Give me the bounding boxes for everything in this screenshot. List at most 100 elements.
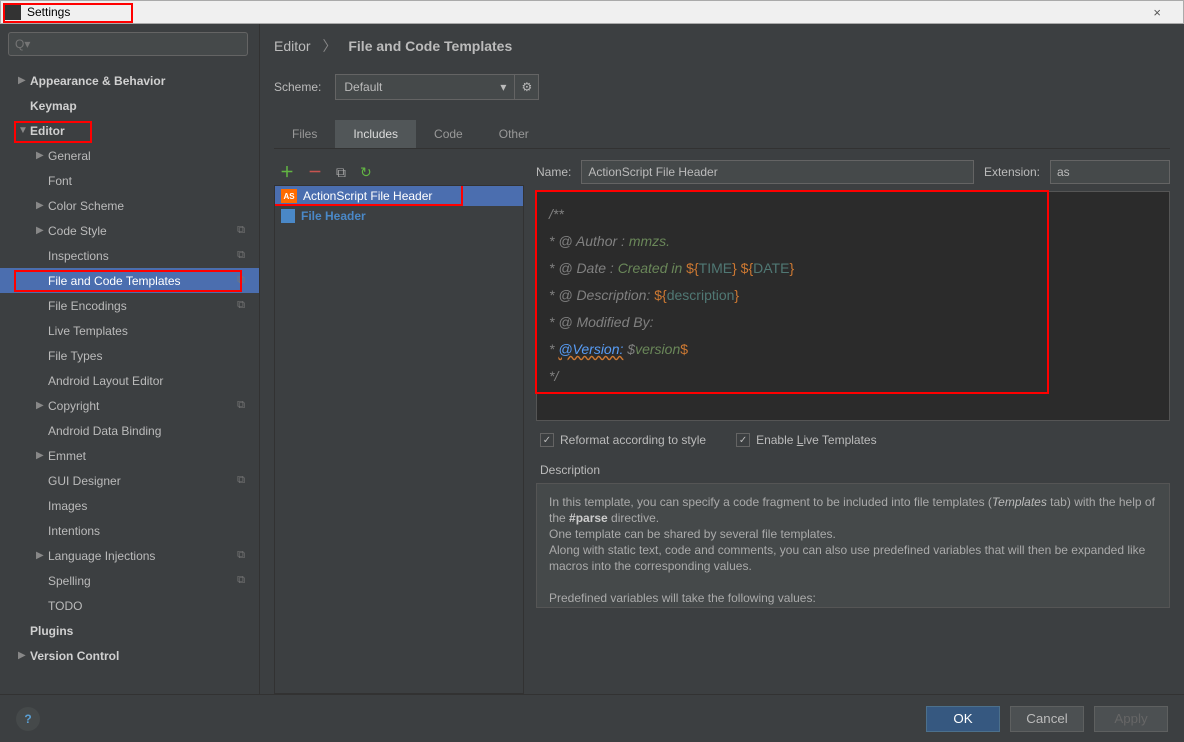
template-item[interactable]: ASActionScript File Header xyxy=(275,186,523,206)
breadcrumb-editor[interactable]: Editor xyxy=(274,38,311,54)
scope-icon: ⧉ xyxy=(237,474,245,487)
expand-arrow-icon: ▶ xyxy=(36,450,48,461)
chevron-down-icon: ▾ xyxy=(500,80,506,94)
sidebar-item-label: Emmet xyxy=(48,449,86,463)
sidebar-item[interactable]: Android Data Binding xyxy=(0,418,259,443)
scope-icon: ⧉ xyxy=(237,249,245,262)
expand-arrow-icon: ▶ xyxy=(36,225,48,236)
sidebar-item[interactable]: Font xyxy=(0,168,259,193)
template-list[interactable]: ASActionScript File Header File Header xyxy=(274,185,524,694)
sidebar-item-label: Appearance & Behavior xyxy=(30,74,165,88)
sidebar-item[interactable]: Plugins xyxy=(0,618,259,643)
sidebar-item[interactable]: Inspections ⧉ xyxy=(0,243,259,268)
scheme-label: Scheme: xyxy=(274,80,321,94)
cancel-button[interactable]: Cancel xyxy=(1010,706,1084,732)
scope-icon: ⧉ xyxy=(237,549,245,562)
sidebar-item-label: Font xyxy=(48,174,72,188)
sidebar-item[interactable]: TODO xyxy=(0,593,259,618)
sidebar-item[interactable]: ▶Color Scheme xyxy=(0,193,259,218)
sidebar-item[interactable]: Spelling ⧉ xyxy=(0,568,259,593)
sidebar-item-label: Android Layout Editor xyxy=(48,374,163,388)
scope-icon: ⧉ xyxy=(237,299,245,312)
extension-input[interactable] xyxy=(1050,160,1170,184)
close-icon[interactable]: × xyxy=(1135,5,1179,20)
sidebar-item-label: File Encodings xyxy=(48,299,127,313)
scope-icon: ⧉ xyxy=(237,274,245,287)
search-input[interactable] xyxy=(8,32,248,56)
settings-sidebar: ▶Appearance & BehaviorKeymap▼Editor▶Gene… xyxy=(0,24,260,694)
scheme-select[interactable]: Default ▾ xyxy=(335,74,515,100)
reformat-checkbox[interactable]: ✓ Reformat according to style xyxy=(540,433,706,447)
breadcrumb: Editor 〉 File and Code Templates xyxy=(274,36,1170,56)
settings-tree[interactable]: ▶Appearance & BehaviorKeymap▼Editor▶Gene… xyxy=(0,64,259,694)
sidebar-item[interactable]: GUI Designer ⧉ xyxy=(0,468,259,493)
copy-button[interactable]: ⧉ xyxy=(336,164,346,181)
tabs: Files Includes Code Other xyxy=(274,120,1170,149)
scope-icon: ⧉ xyxy=(237,224,245,237)
sidebar-item[interactable]: ▶Code Style⧉ xyxy=(0,218,259,243)
sidebar-item[interactable]: ▶General xyxy=(0,143,259,168)
expand-arrow-icon: ▶ xyxy=(36,200,48,211)
main-panel: Editor 〉 File and Code Templates Scheme:… xyxy=(260,24,1184,694)
scope-icon: ⧉ xyxy=(237,399,245,412)
reset-button[interactable]: ↻ xyxy=(360,164,372,181)
sidebar-item[interactable]: ▶Emmet xyxy=(0,443,259,468)
template-name-input[interactable] xyxy=(581,160,974,184)
reformat-label: Reformat according to style xyxy=(560,433,706,447)
scheme-value: Default xyxy=(344,80,382,94)
sidebar-item[interactable]: Live Templates xyxy=(0,318,259,343)
code-editor[interactable]: /** * @ Author : mmzs. * @ Date : Create… xyxy=(536,191,1170,421)
sidebar-item[interactable]: Android Layout Editor xyxy=(0,368,259,393)
sidebar-item-label: Android Data Binding xyxy=(48,424,161,438)
tab-other[interactable]: Other xyxy=(481,120,547,148)
name-label: Name: xyxy=(536,165,571,179)
expand-arrow-icon: ▶ xyxy=(36,150,48,161)
sidebar-item[interactable]: File and Code Templates⧉ xyxy=(0,268,259,293)
remove-button[interactable]: － xyxy=(308,162,322,182)
apply-button[interactable]: Apply xyxy=(1094,706,1168,732)
expand-arrow-icon: ▶ xyxy=(36,400,48,411)
breadcrumb-page: File and Code Templates xyxy=(348,38,512,54)
sidebar-item[interactable]: ▼Editor xyxy=(0,118,259,143)
sidebar-item[interactable]: ▶Version Control xyxy=(0,643,259,668)
expand-arrow-icon: ▶ xyxy=(36,550,48,561)
template-item[interactable]: File Header xyxy=(275,206,523,226)
sidebar-item[interactable]: ▶Language Injections⧉ xyxy=(0,543,259,568)
description-label: Description xyxy=(540,463,1170,477)
sidebar-item[interactable]: ▶Copyright ⧉ xyxy=(0,393,259,418)
sidebar-item[interactable]: File Encodings ⧉ xyxy=(0,293,259,318)
tab-includes[interactable]: Includes xyxy=(335,120,416,148)
sidebar-item-label: GUI Designer xyxy=(48,474,121,488)
sidebar-item-label: Copyright xyxy=(48,399,99,413)
sidebar-item[interactable]: Keymap xyxy=(0,93,259,118)
ok-button[interactable]: OK xyxy=(926,706,1000,732)
description-box: In this template, you can specify a code… xyxy=(536,483,1170,608)
bottom-bar: ? OK Cancel Apply xyxy=(0,694,1184,742)
sidebar-item-label: TODO xyxy=(48,599,82,613)
tab-code[interactable]: Code xyxy=(416,120,481,148)
sidebar-item-label: Intentions xyxy=(48,524,100,538)
scope-icon: ⧉ xyxy=(237,574,245,587)
window-titlebar: Settings × xyxy=(0,0,1184,24)
live-label: Enable Live Templates xyxy=(756,433,877,447)
sidebar-item-label: General xyxy=(48,149,91,163)
template-panel: ＋ － ⧉ ↻ ASActionScript File Header File H… xyxy=(274,159,524,694)
help-button[interactable]: ? xyxy=(16,707,40,731)
breadcrumb-sep: 〉 xyxy=(322,38,336,54)
sidebar-item-label: Editor xyxy=(30,124,65,138)
sidebar-item-label: Spelling xyxy=(48,574,91,588)
sidebar-item-label: Inspections xyxy=(48,249,109,263)
sidebar-item-label: Version Control xyxy=(30,649,119,663)
live-templates-checkbox[interactable]: ✓ Enable Live Templates xyxy=(736,433,877,447)
template-label: File Header xyxy=(301,209,366,223)
template-label: ActionScript File Header xyxy=(303,189,432,203)
tab-files[interactable]: Files xyxy=(274,120,335,148)
sidebar-item[interactable]: File Types xyxy=(0,343,259,368)
scheme-gear-button[interactable]: ⚙ xyxy=(515,74,539,100)
expand-arrow-icon: ▶ xyxy=(18,650,30,661)
sidebar-item[interactable]: ▶Appearance & Behavior xyxy=(0,68,259,93)
sidebar-item[interactable]: Images xyxy=(0,493,259,518)
sidebar-item[interactable]: Intentions xyxy=(0,518,259,543)
file-header-icon xyxy=(281,209,295,223)
add-button[interactable]: ＋ xyxy=(280,162,294,182)
